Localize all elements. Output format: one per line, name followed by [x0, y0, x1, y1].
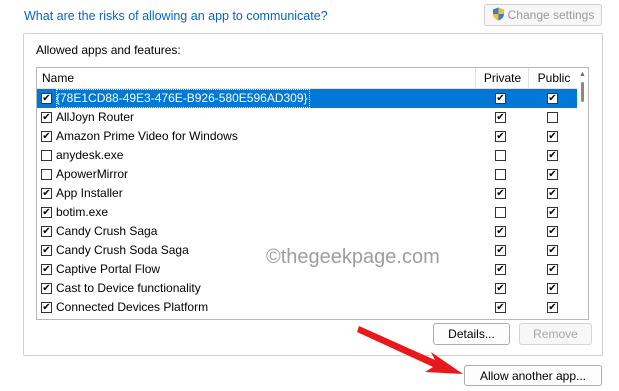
list-item[interactable]: botim.exe: [37, 203, 578, 222]
public-checkbox[interactable]: [547, 131, 558, 142]
list-item[interactable]: Connected Devices Platform: [37, 298, 578, 317]
public-checkbox[interactable]: [547, 112, 558, 123]
app-name: {78E1CD88-49E3-476E-B926-580E596AD309}: [56, 89, 310, 108]
list-item[interactable]: App Installer: [37, 184, 578, 203]
app-enabled-checkbox[interactable]: [41, 131, 52, 142]
app-name: Candy Crush Soda Saga: [56, 243, 189, 257]
public-checkbox[interactable]: [547, 226, 558, 237]
group-label: Allowed apps and features:: [36, 43, 181, 57]
public-checkbox[interactable]: [547, 245, 558, 256]
list-item[interactable]: anydesk.exe: [37, 146, 578, 165]
public-checkbox[interactable]: [547, 283, 558, 294]
private-checkbox[interactable]: [495, 226, 506, 237]
app-name: ApowerMirror: [56, 167, 129, 181]
private-checkbox[interactable]: [495, 112, 506, 123]
app-name: Cast to Device functionality: [56, 281, 201, 295]
app-enabled-checkbox[interactable]: [41, 302, 52, 313]
red-pointer-arrow-icon: [357, 326, 463, 374]
app-enabled-checkbox[interactable]: [41, 226, 52, 237]
private-checkbox[interactable]: [495, 245, 506, 256]
uac-shield-icon: [492, 7, 505, 24]
app-enabled-checkbox[interactable]: [41, 283, 52, 294]
app-enabled-checkbox[interactable]: [41, 245, 52, 256]
private-checkbox[interactable]: [495, 283, 506, 294]
list-item[interactable]: ApowerMirror: [37, 165, 578, 184]
list-item[interactable]: AllJoyn Router: [37, 108, 578, 127]
private-checkbox[interactable]: [495, 169, 506, 180]
allowed-apps-group: Allowed apps and features: Name Private …: [23, 33, 603, 356]
public-checkbox[interactable]: [547, 302, 558, 313]
allowed-apps-list[interactable]: Name Private Public {78E1CD88-49E3-476E-…: [36, 67, 589, 320]
app-enabled-checkbox[interactable]: [41, 188, 52, 199]
change-settings-label: Change settings: [507, 8, 595, 22]
app-name: Captive Portal Flow: [56, 262, 161, 276]
scroll-up-icon[interactable]: ▲: [579, 71, 586, 78]
public-checkbox[interactable]: [547, 169, 558, 180]
list-item[interactable]: Candy Crush Saga: [37, 222, 578, 241]
app-enabled-checkbox[interactable]: [41, 150, 52, 161]
column-header-public[interactable]: Public: [528, 68, 579, 88]
public-checkbox[interactable]: [547, 188, 558, 199]
list-item[interactable]: Cast to Device functionality: [37, 279, 578, 298]
public-checkbox[interactable]: [547, 93, 558, 104]
app-enabled-checkbox[interactable]: [41, 93, 52, 104]
column-header-private[interactable]: Private: [475, 68, 529, 88]
list-item[interactable]: Amazon Prime Video for Windows: [37, 127, 578, 146]
private-checkbox[interactable]: [495, 207, 506, 218]
private-checkbox[interactable]: [495, 264, 506, 275]
scroll-thumb[interactable]: [581, 82, 584, 102]
app-name: Connected Devices Platform: [56, 300, 209, 314]
private-checkbox[interactable]: [495, 188, 506, 199]
app-name: botim.exe: [56, 205, 109, 219]
app-enabled-checkbox[interactable]: [41, 264, 52, 275]
public-checkbox[interactable]: [547, 150, 558, 161]
risks-link[interactable]: What are the risks of allowing an app to…: [24, 9, 328, 23]
column-header-name[interactable]: Name: [42, 68, 74, 88]
app-name: App Installer: [56, 186, 123, 200]
allow-another-app-button[interactable]: Allow another app...: [464, 365, 602, 386]
private-checkbox[interactable]: [495, 131, 506, 142]
remove-button[interactable]: Remove: [519, 323, 592, 345]
app-name: Amazon Prime Video for Windows: [56, 129, 238, 143]
app-enabled-checkbox[interactable]: [41, 207, 52, 218]
app-name: AllJoyn Router: [56, 110, 135, 124]
list-header: Name Private Public: [37, 68, 578, 89]
app-enabled-checkbox[interactable]: [41, 112, 52, 123]
vertical-scrollbar[interactable]: ▲: [577, 68, 588, 319]
public-checkbox[interactable]: [547, 264, 558, 275]
list-rows: {78E1CD88-49E3-476E-B926-580E596AD309} Al…: [37, 89, 578, 317]
app-enabled-checkbox[interactable]: [41, 169, 52, 180]
private-checkbox[interactable]: [495, 150, 506, 161]
private-checkbox[interactable]: [495, 93, 506, 104]
app-name: anydesk.exe: [56, 148, 124, 162]
list-item[interactable]: {78E1CD88-49E3-476E-B926-580E596AD309}: [37, 89, 578, 108]
private-checkbox[interactable]: [495, 302, 506, 313]
change-settings-button[interactable]: Change settings: [484, 4, 602, 26]
app-name: Candy Crush Saga: [56, 224, 158, 238]
watermark: ©thegeekpage.com: [266, 246, 440, 268]
public-checkbox[interactable]: [547, 207, 558, 218]
